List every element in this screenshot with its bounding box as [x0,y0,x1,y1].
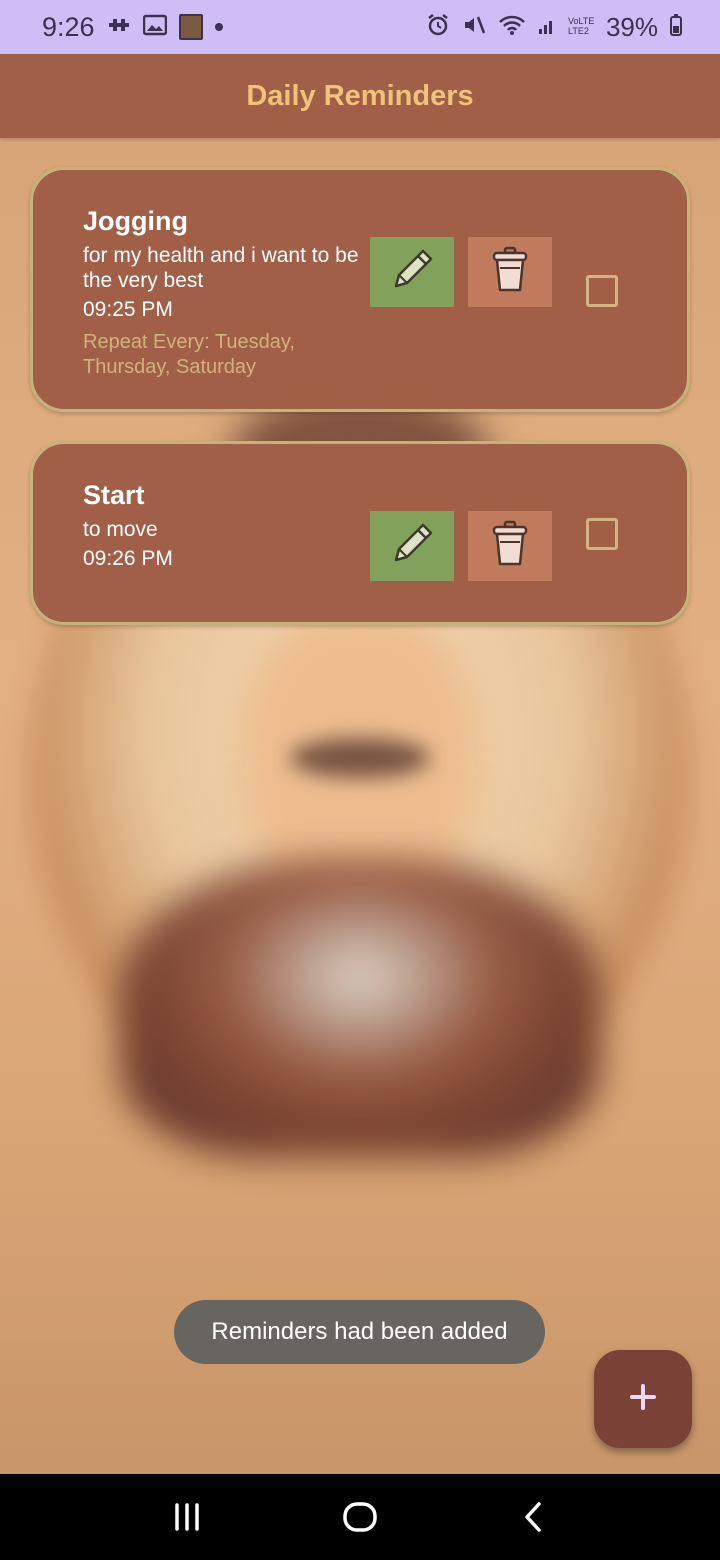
edit-button[interactable] [370,511,454,581]
delete-button[interactable] [468,237,552,307]
home-icon [343,1502,377,1532]
alarm-icon [426,13,450,41]
status-time: 9:26 [42,11,95,42]
reminder-title: Start [83,480,145,510]
reminder-time: 09:26 PM [83,547,173,570]
status-bar: 9:26 VoLTE LTE2 39% [0,0,720,54]
add-reminder-button[interactable] [594,1350,692,1448]
reminder-card[interactable]: Jogging for my health and i want to be t… [30,167,690,412]
mute-icon [462,13,486,41]
plus-icon [630,1383,656,1415]
reminder-text: Start to move 09:26 PM [83,480,363,571]
reminder-repeat: Repeat Every: Tuesday, Thursday, Saturda… [83,331,295,378]
status-right: VoLTE LTE2 39% [426,12,682,43]
reminder-card[interactable]: Start to move 09:26 PM [30,441,690,625]
portrait-mustache [290,738,430,778]
dot-icon [214,23,223,31]
pencil-icon [387,245,437,300]
back-icon [525,1502,542,1532]
puzzle-icon [107,15,131,39]
reminder-checkbox[interactable] [586,518,618,550]
wifi-icon [498,14,526,40]
home-button[interactable] [330,1487,390,1547]
edit-button[interactable] [370,237,454,307]
reminder-description: for my health and i want to be the very … [83,244,359,292]
reminder-text: Jogging for my health and i want to be t… [83,206,363,380]
signal-icon [538,15,556,39]
reminder-title: Jogging [83,206,188,236]
delete-button[interactable] [468,511,552,581]
volte-icon: VoLTE LTE2 [568,14,594,40]
avatar-icon [178,14,203,40]
back-button[interactable] [503,1487,563,1547]
battery-percent: 39% [605,11,658,42]
recent-apps-icon [174,1503,199,1531]
reminder-checkbox[interactable] [586,275,618,307]
gallery-icon [142,14,167,40]
reminder-description: to move [83,518,158,541]
battery-icon [670,14,682,40]
pencil-icon [387,519,437,574]
app-bar: Daily Reminders [0,54,720,138]
trash-icon [491,520,529,573]
svg-text:LTE2: LTE2 [568,26,589,36]
page-title: Daily Reminders [246,79,474,112]
reminder-time: 09:25 PM [83,298,173,321]
svg-text:VoLTE: VoLTE [568,16,594,26]
toast-message: Reminders had been added [174,1300,545,1364]
navigation-bar [0,1474,720,1560]
trash-icon [491,246,529,299]
recent-apps-button[interactable] [157,1487,217,1547]
portrait-coat [120,858,600,1158]
status-left: 9:26 [42,12,223,43]
